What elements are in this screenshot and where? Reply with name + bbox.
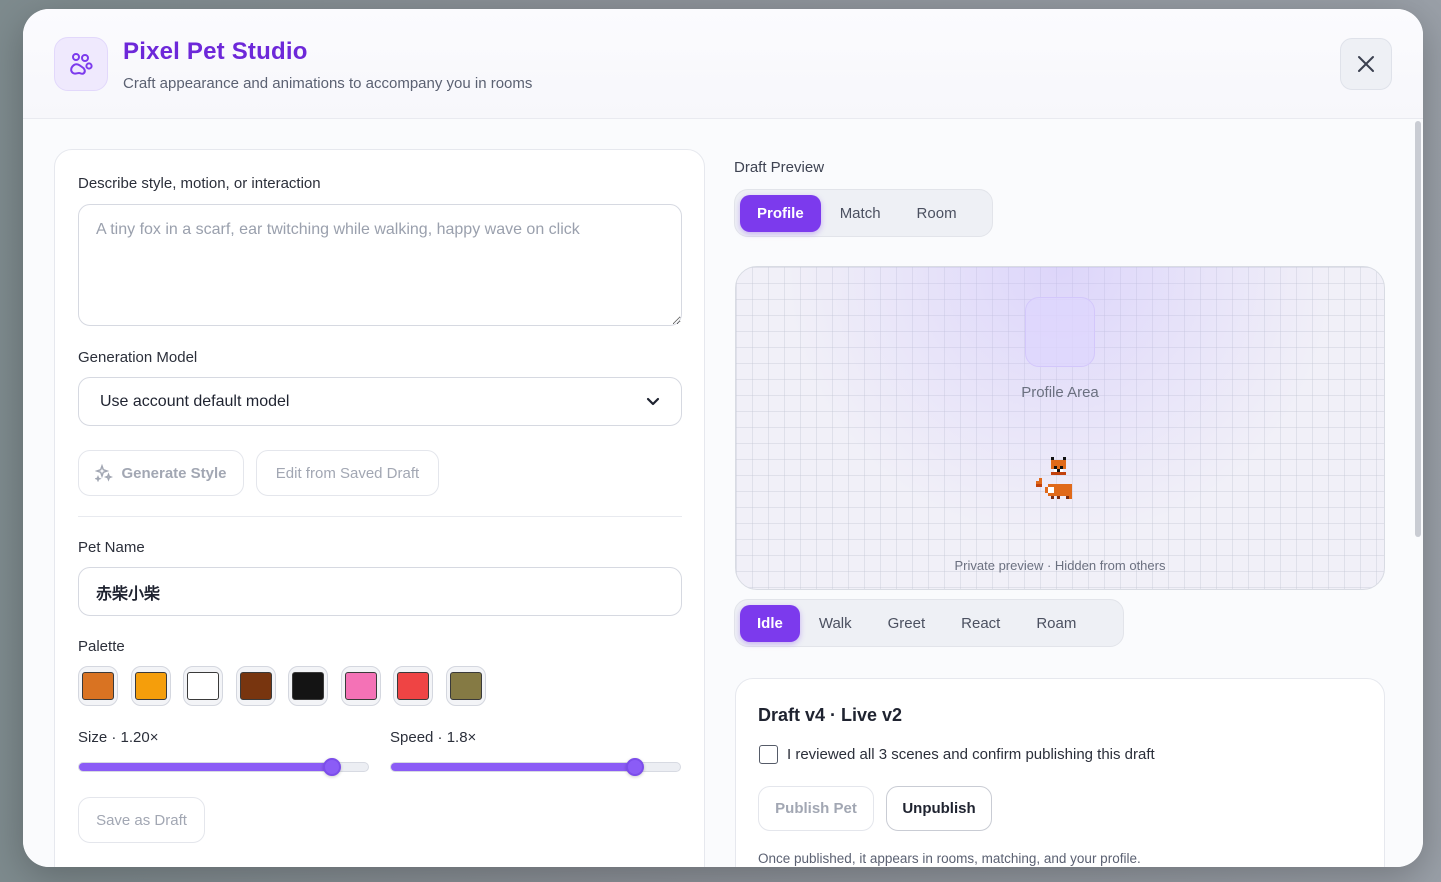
publish-note: Once published, it appears in rooms, mat… (758, 851, 1141, 866)
pet-name-value: 赤柴小柴 (96, 585, 161, 603)
close-icon (1358, 56, 1374, 72)
palette-swatch[interactable] (235, 666, 276, 706)
paw-icon (54, 37, 108, 91)
describe-label: Describe style, motion, or interaction (78, 175, 321, 192)
pet-name-label: Pet Name (78, 539, 145, 556)
palette-swatch-color (292, 672, 324, 700)
model-select[interactable]: Use account default model (78, 377, 682, 426)
animation-tabs: Idle Walk Greet React Roam (734, 599, 1124, 647)
pet-name-input[interactable]: 赤柴小柴 (78, 567, 682, 616)
palette-swatch-color (449, 672, 482, 700)
editor-card: Describe style, motion, or interaction G… (54, 149, 705, 867)
divider (78, 516, 682, 517)
scrollbar[interactable] (1415, 121, 1421, 537)
close-button[interactable] (1340, 38, 1392, 90)
palette-label: Palette (78, 638, 125, 655)
palette-swatch-color (239, 672, 272, 700)
palette-swatch-color (82, 672, 114, 700)
pet-studio-modal: Pixel Pet Studio Craft appearance and an… (23, 9, 1423, 867)
save-draft-label: Save as Draft (96, 811, 187, 829)
pixel-fox-pet[interactable] (1036, 457, 1078, 516)
tab-idle[interactable]: Idle (740, 604, 800, 642)
size-label: Size · 1.20× (78, 729, 159, 746)
chevron-down-icon (646, 397, 660, 405)
confirm-checkbox[interactable] (759, 745, 778, 764)
describe-textarea[interactable] (78, 204, 682, 326)
sparkles-icon (95, 464, 114, 482)
speed-slider-fill (391, 763, 635, 771)
tab-greet[interactable]: Greet (871, 605, 943, 642)
view-tabs: Profile Match Room (734, 189, 993, 237)
model-label: Generation Model (78, 349, 198, 366)
publish-pet-button[interactable]: Publish Pet (758, 786, 874, 831)
draft-version-title: Draft v4 · Live v2 (758, 705, 903, 725)
palette-swatch[interactable] (130, 666, 171, 706)
app-title: Pixel Pet Studio (123, 38, 308, 65)
unpublish-button[interactable]: Unpublish (886, 786, 992, 831)
edit-saved-draft-label: Edit from Saved Draft (275, 464, 420, 482)
size-slider-handle[interactable] (322, 758, 341, 776)
confirm-label: I reviewed all 3 scenes and confirm publ… (787, 746, 1155, 763)
palette-swatch-color (344, 672, 377, 700)
publish-pet-label: Publish Pet (775, 800, 857, 817)
generate-style-label: Generate Style (121, 464, 227, 482)
edit-saved-draft-button[interactable]: Edit from Saved Draft (256, 450, 439, 496)
profile-area-slot (1025, 297, 1095, 367)
preview-canvas: Profile Area Private preview · Hidden fr… (735, 266, 1385, 590)
palette-swatch-color (187, 672, 219, 700)
size-slider[interactable] (78, 758, 369, 776)
tab-react[interactable]: React (944, 605, 1017, 642)
app-subtitle: Craft appearance and animations to accom… (123, 75, 533, 92)
palette-swatch[interactable] (78, 666, 118, 706)
size-slider-fill (79, 763, 332, 771)
palette-swatch-color (134, 672, 167, 700)
tab-walk[interactable]: Walk (802, 605, 869, 642)
palette-swatch[interactable] (183, 666, 223, 706)
palette-swatch-color (397, 672, 429, 700)
palette-swatch[interactable] (445, 666, 486, 706)
palette-swatch[interactable] (340, 666, 381, 706)
speed-slider[interactable] (390, 758, 681, 776)
model-select-value: Use account default model (100, 392, 290, 410)
unpublish-label: Unpublish (902, 800, 976, 817)
tab-profile[interactable]: Profile (740, 194, 821, 232)
palette-swatch[interactable] (393, 666, 433, 706)
preview-section-title: Draft Preview (734, 159, 825, 176)
generate-style-button[interactable]: Generate Style (78, 450, 244, 496)
speed-slider-handle[interactable] (625, 758, 644, 776)
tab-room[interactable]: Room (900, 195, 974, 232)
save-draft-button[interactable]: Save as Draft (78, 797, 205, 843)
private-preview-label: Private preview · Hidden from others (954, 558, 1166, 573)
publish-card: Draft v4 · Live v2 I reviewed all 3 scen… (735, 678, 1385, 867)
modal-header: Pixel Pet Studio Craft appearance and an… (23, 9, 1423, 119)
tab-match[interactable]: Match (823, 195, 898, 232)
modal-body: Describe style, motion, or interaction G… (23, 119, 1423, 867)
palette-swatch[interactable] (288, 666, 328, 706)
tab-roam[interactable]: Roam (1019, 605, 1093, 642)
speed-label: Speed · 1.8× (390, 729, 477, 746)
profile-area-label: Profile Area (1021, 384, 1099, 401)
